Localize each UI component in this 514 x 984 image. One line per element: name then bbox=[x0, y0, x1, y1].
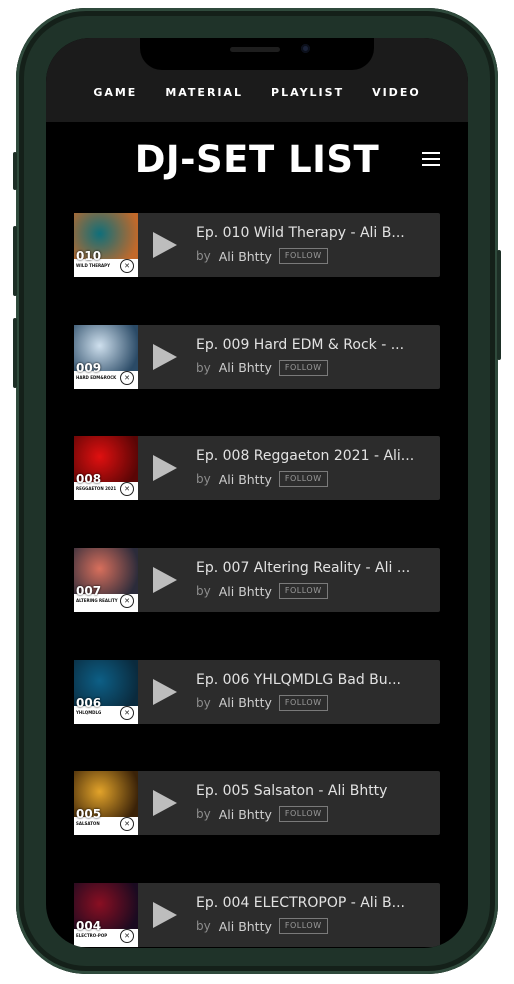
by-label: by bbox=[196, 919, 211, 934]
volume-up-button bbox=[13, 226, 17, 296]
play-icon[interactable] bbox=[153, 902, 177, 929]
hamburger-menu-icon[interactable] bbox=[422, 152, 440, 166]
follow-button[interactable]: FOLLOW bbox=[278, 806, 328, 823]
track-card: 006 YHLQMDLG ✕ Ep. 006 YHLQMDLG Bad Bu..… bbox=[74, 659, 440, 724]
track-byline: by Ali Bhtty FOLLOW bbox=[196, 694, 328, 711]
follow-button[interactable]: FOLLOW bbox=[278, 359, 328, 376]
notch bbox=[140, 38, 374, 70]
artist-name[interactable]: Ali Bhtty bbox=[219, 360, 272, 375]
track-list: 010 WILD THERAPY ✕ Ep. 010 Wild Therapy … bbox=[74, 213, 440, 948]
track-cover-art[interactable]: 004 ELECTRO-POP ✕ bbox=[74, 883, 138, 948]
dj-logo-icon: ✕ bbox=[120, 594, 134, 609]
cover-episode-number: 005 bbox=[76, 807, 102, 822]
cover-episode-number: 009 bbox=[76, 360, 102, 375]
by-label: by bbox=[196, 807, 211, 822]
track-title[interactable]: Ep. 006 YHLQMDLG Bad Bu... bbox=[196, 672, 432, 689]
play-icon[interactable] bbox=[153, 343, 177, 370]
track-byline: by Ali Bhtty FOLLOW bbox=[196, 471, 328, 488]
track-byline: by Ali Bhtty FOLLOW bbox=[196, 583, 328, 600]
track-cover-art[interactable]: 007 ALTERING REALITY ✕ bbox=[74, 548, 138, 613]
top-bar: GAME MATERIAL PLAYLIST VIDEO bbox=[46, 38, 468, 122]
track-card: 010 WILD THERAPY ✕ Ep. 010 Wild Therapy … bbox=[74, 213, 440, 277]
track-cover-art[interactable]: 006 YHLQMDLG ✕ bbox=[74, 659, 138, 724]
play-icon[interactable] bbox=[153, 678, 177, 705]
nav-link-material[interactable]: MATERIAL bbox=[165, 86, 243, 99]
nav-link-game[interactable]: GAME bbox=[93, 86, 137, 99]
speaker-grille bbox=[230, 47, 280, 52]
follow-button[interactable]: FOLLOW bbox=[278, 583, 328, 600]
track-title[interactable]: Ep. 010 Wild Therapy - Ali B... bbox=[196, 225, 432, 242]
artist-name[interactable]: Ali Bhtty bbox=[219, 249, 272, 264]
dj-logo-icon: ✕ bbox=[120, 259, 134, 273]
by-label: by bbox=[196, 472, 211, 487]
nav-link-video[interactable]: VIDEO bbox=[372, 86, 421, 99]
follow-button[interactable]: FOLLOW bbox=[278, 918, 328, 935]
by-label: by bbox=[196, 360, 211, 375]
artist-name[interactable]: Ali Bhtty bbox=[219, 807, 272, 822]
cover-subtitle: SALSATON bbox=[76, 821, 100, 827]
track-byline: by Ali Bhtty FOLLOW bbox=[196, 806, 328, 823]
track-card: 008 REGGAETON 2021 ✕ Ep. 008 Reggaeton 2… bbox=[74, 436, 440, 501]
artist-name[interactable]: Ali Bhtty bbox=[219, 584, 272, 599]
artist-name[interactable]: Ali Bhtty bbox=[219, 472, 272, 487]
cover-episode-number: 004 bbox=[76, 919, 102, 934]
nav-link-playlist[interactable]: PLAYLIST bbox=[271, 86, 344, 99]
cover-subtitle: ELECTRO-POP bbox=[76, 933, 108, 939]
track-card: 007 ALTERING REALITY ✕ Ep. 007 Altering … bbox=[74, 548, 440, 613]
page-title: DJ-SET LIST bbox=[134, 138, 380, 181]
track-byline: by Ali Bhtty FOLLOW bbox=[196, 918, 328, 935]
power-button bbox=[497, 250, 501, 360]
track-cover-art[interactable]: 010 WILD THERAPY ✕ bbox=[74, 213, 138, 277]
by-label: by bbox=[196, 249, 211, 263]
mute-switch bbox=[13, 152, 17, 190]
phone-screen: GAME MATERIAL PLAYLIST VIDEO DJ-SET LIST… bbox=[46, 38, 468, 948]
track-title[interactable]: Ep. 009 Hard EDM & Rock - ... bbox=[196, 337, 432, 354]
cover-episode-number: 010 bbox=[76, 249, 102, 263]
cover-subtitle: HARD EDM&ROCK bbox=[76, 374, 117, 380]
track-cover-art[interactable]: 008 REGGAETON 2021 ✕ bbox=[74, 436, 138, 501]
track-title[interactable]: Ep. 005 Salsaton - Ali Bhtty bbox=[196, 783, 432, 800]
track-title[interactable]: Ep. 004 ELECTROPOP - Ali B... bbox=[196, 895, 432, 912]
artist-name[interactable]: Ali Bhtty bbox=[219, 919, 272, 934]
cover-episode-number: 006 bbox=[76, 695, 102, 710]
cover-subtitle: YHLQMDLG bbox=[76, 709, 102, 715]
track-cover-art[interactable]: 005 SALSATON ✕ bbox=[74, 771, 138, 836]
cover-episode-number: 008 bbox=[76, 472, 102, 487]
follow-button[interactable]: FOLLOW bbox=[278, 248, 328, 264]
track-title[interactable]: Ep. 008 Reggaeton 2021 - Ali... bbox=[196, 448, 432, 465]
play-icon[interactable] bbox=[153, 790, 177, 817]
front-camera bbox=[301, 44, 310, 53]
track-card: 009 HARD EDM&ROCK ✕ Ep. 009 Hard EDM & R… bbox=[74, 324, 440, 389]
cover-subtitle: REGGAETON 2021 bbox=[76, 486, 117, 492]
cover-subtitle: ALTERING REALITY bbox=[76, 598, 118, 604]
track-card: 005 SALSATON ✕ Ep. 005 Salsaton - Ali Bh… bbox=[74, 771, 440, 836]
by-label: by bbox=[196, 584, 211, 599]
follow-button[interactable]: FOLLOW bbox=[278, 694, 328, 711]
cover-subtitle: WILD THERAPY bbox=[76, 263, 110, 268]
play-icon[interactable] bbox=[153, 232, 177, 258]
artist-name[interactable]: Ali Bhtty bbox=[219, 695, 272, 710]
play-icon[interactable] bbox=[153, 567, 177, 594]
track-card: 004 ELECTRO-POP ✕ Ep. 004 ELECTROPOP - A… bbox=[74, 883, 440, 948]
cover-episode-number: 007 bbox=[76, 584, 102, 599]
track-cover-art[interactable]: 009 HARD EDM&ROCK ✕ bbox=[74, 324, 138, 389]
track-title[interactable]: Ep. 007 Altering Reality - Ali ... bbox=[196, 560, 432, 577]
page-header: DJ-SET LIST bbox=[46, 136, 468, 192]
by-label: by bbox=[196, 695, 211, 710]
follow-button[interactable]: FOLLOW bbox=[278, 471, 328, 488]
volume-down-button bbox=[13, 318, 17, 388]
dj-logo-icon: ✕ bbox=[120, 705, 134, 720]
play-icon[interactable] bbox=[153, 455, 177, 482]
dj-logo-icon: ✕ bbox=[120, 370, 134, 385]
track-byline: by Ali Bhtty FOLLOW bbox=[196, 359, 328, 376]
track-byline: by Ali Bhtty FOLLOW bbox=[196, 248, 328, 264]
main-nav: GAME MATERIAL PLAYLIST VIDEO bbox=[46, 86, 468, 99]
